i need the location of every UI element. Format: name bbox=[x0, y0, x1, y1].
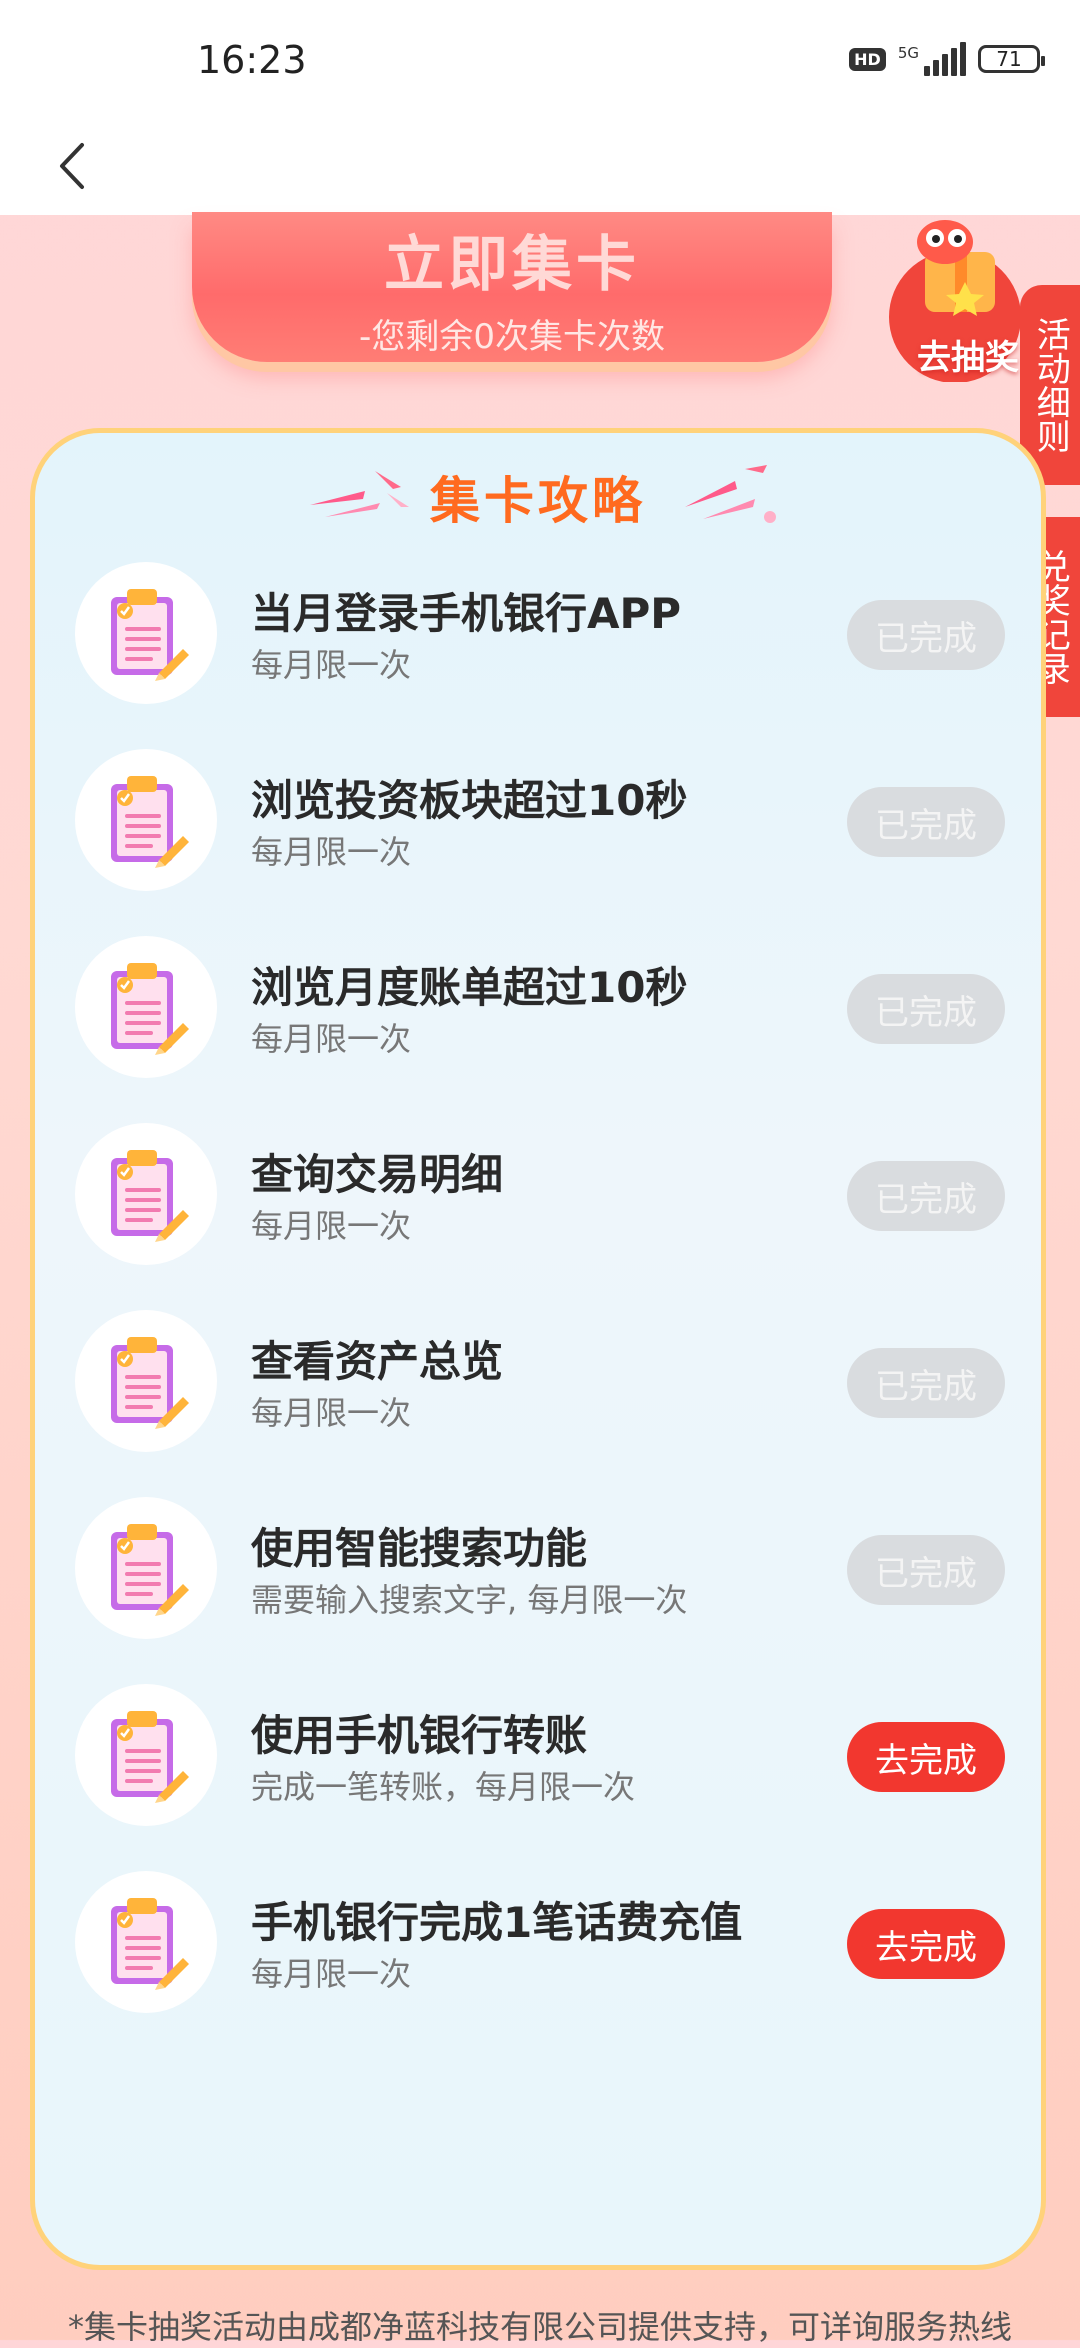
task-subtitle: 每月限一次 bbox=[251, 1020, 412, 1058]
task-icon bbox=[75, 936, 217, 1078]
lottery-button[interactable]: 去抽奖 bbox=[885, 212, 1025, 402]
clipboard-icon bbox=[111, 1898, 189, 1990]
task-subtitle: 需要输入搜索文字, 每月限一次 bbox=[251, 1581, 688, 1619]
task-title: 浏览投资板块超过10秒 bbox=[251, 776, 688, 825]
task-completed-button: 已完成 bbox=[847, 787, 1005, 857]
task-item: 使用手机银行转账完成一笔转账，每月限一次 去完成 bbox=[75, 1680, 1005, 1830]
task-item: 查看资产总览每月限一次 已完成 bbox=[75, 1306, 1005, 1456]
task-title: 当月登录手机银行APP bbox=[251, 589, 682, 638]
nav-bar bbox=[0, 125, 1080, 215]
task-title: 查询交易明细 bbox=[251, 1150, 504, 1199]
clipboard-icon bbox=[111, 1150, 189, 1242]
task-icon bbox=[75, 1871, 217, 2013]
task-completed-button: 已完成 bbox=[847, 1161, 1005, 1231]
task-icon bbox=[75, 1684, 217, 1826]
task-icon bbox=[75, 1310, 217, 1452]
card-guide-panel: 集卡攻略 当月登录手机银行APP 每月限一次 已完成 浏览投资板块超过10秒 每月限一次… bbox=[30, 428, 1046, 2270]
task-title: 查看资产总览 bbox=[251, 1337, 504, 1386]
task-title: 手机银行完成1笔话费充值 bbox=[251, 1898, 743, 1947]
status-icons: HD 5G 71 bbox=[849, 42, 1045, 76]
clipboard-icon bbox=[111, 589, 189, 681]
task-subtitle: 每月限一次 bbox=[251, 646, 412, 684]
task-title: 浏览月度账单超过10秒 bbox=[251, 963, 688, 1012]
footer-note: *集卡抽奖活动由成都净蓝科技有限公司提供支持，可详询服务热线 bbox=[67, 2308, 1012, 2346]
task-title: 使用手机银行转账 bbox=[251, 1711, 588, 1760]
network-type: 5G bbox=[897, 44, 919, 62]
task-completed-button: 已完成 bbox=[847, 1535, 1005, 1605]
clipboard-icon bbox=[111, 1711, 189, 1803]
task-icon bbox=[75, 562, 217, 704]
task-item: 当月登录手机银行APP 每月限一次 已完成 bbox=[75, 558, 1005, 708]
hd-icon: HD bbox=[849, 47, 886, 71]
clipboard-icon bbox=[111, 1337, 189, 1429]
task-title: 使用智能搜索功能 bbox=[251, 1524, 588, 1573]
task-completed-button: 已完成 bbox=[847, 974, 1005, 1044]
battery-level: 71 bbox=[996, 47, 1022, 71]
task-icon bbox=[75, 1123, 217, 1265]
status-time: 16:23 bbox=[197, 38, 307, 82]
task-icon bbox=[75, 749, 217, 891]
task-go-complete-button[interactable]: 去完成 bbox=[847, 1909, 1005, 1979]
guide-title-wrap: 集卡攻略 bbox=[35, 461, 1041, 533]
signal-icon: 5G bbox=[898, 42, 966, 76]
task-subtitle: 每月限一次 bbox=[251, 1394, 412, 1432]
task-item: 浏览投资板块超过10秒每月限一次 已完成 bbox=[75, 745, 1005, 895]
clipboard-icon bbox=[111, 776, 189, 868]
confetti-right-icon bbox=[685, 465, 776, 523]
task-subtitle: 完成一笔转账，每月限一次 bbox=[251, 1768, 636, 1806]
task-subtitle: 每月限一次 bbox=[251, 1207, 412, 1245]
lottery-label: 去抽奖 bbox=[917, 338, 1019, 378]
task-completed-button: 已完成 bbox=[847, 600, 1005, 670]
task-go-complete-button[interactable]: 去完成 bbox=[847, 1722, 1005, 1792]
task-item: 使用智能搜索功能需要输入搜索文字, 每月限一次 已完成 bbox=[75, 1493, 1005, 1643]
task-icon bbox=[75, 1497, 217, 1639]
task-subtitle: 每月限一次 bbox=[251, 1955, 412, 1993]
chevron-left-icon bbox=[60, 143, 84, 189]
task-completed-button: 已完成 bbox=[847, 1348, 1005, 1418]
collect-card-title: 立即集卡 bbox=[384, 230, 640, 300]
task-item: 查询交易明细每月限一次 已完成 bbox=[75, 1119, 1005, 1269]
task-subtitle: 每月限一次 bbox=[251, 833, 412, 871]
battery-icon: 71 bbox=[978, 45, 1045, 73]
clipboard-icon bbox=[111, 1524, 189, 1616]
task-item: 浏览月度账单超过10秒每月限一次 已完成 bbox=[75, 932, 1005, 1082]
clipboard-icon bbox=[111, 963, 189, 1055]
back-button[interactable] bbox=[36, 131, 106, 201]
guide-title: 集卡攻略 bbox=[430, 472, 646, 530]
task-item: 手机银行完成1笔话费充值每月限一次 去完成 bbox=[75, 1867, 1005, 2017]
collect-card-button[interactable]: 立即集卡 -您剩余0次集卡次数 bbox=[192, 212, 832, 362]
status-bar: 16:23 HD 5G 71 bbox=[0, 0, 1080, 125]
collect-card-remaining: -您剩余0次集卡次数 bbox=[359, 317, 665, 357]
